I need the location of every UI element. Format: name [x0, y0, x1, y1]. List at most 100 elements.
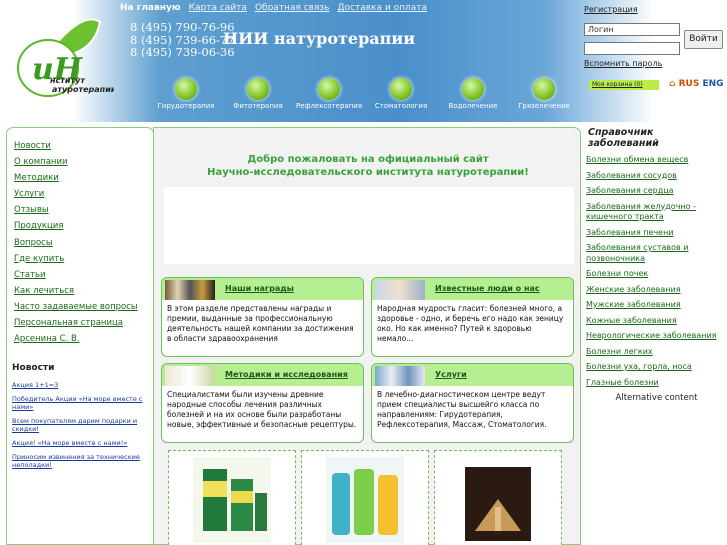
- menu-reviews[interactable]: Отзывы: [14, 202, 153, 218]
- menu-news[interactable]: Новости: [14, 138, 153, 154]
- news-item[interactable]: Приносим извинения за технические непола…: [12, 453, 150, 469]
- svg-text:нститут: нститут: [50, 76, 86, 85]
- card-awards: Наши награды В этом разделе представлены…: [161, 277, 364, 357]
- card-services: Услуги В лечебно-диагностическом центре …: [371, 363, 574, 443]
- header: иН нститут атуротерапии На главную Карта…: [0, 0, 727, 122]
- main-content: Добро пожаловать на официальный сайт Нау…: [153, 127, 581, 545]
- methods-image: [165, 366, 215, 386]
- category-hirudotherapy[interactable]: Гирудотерапия: [150, 78, 222, 110]
- card-title[interactable]: Наши награды: [225, 284, 294, 293]
- language-switch: ⌂ RUS ENG: [669, 79, 724, 89]
- category-dentistry[interactable]: Стоматология: [365, 78, 437, 110]
- svg-text:атуротерапии: атуротерапии: [52, 85, 114, 94]
- category-icons: Гирудотерапия Фитотерапия Рефлексотерапи…: [150, 78, 580, 114]
- news-item[interactable]: Всем покупателям дарим подарки и скидки!: [12, 417, 150, 433]
- left-sidebar: Новости О компании Методики Услуги Отзыв…: [6, 127, 154, 545]
- nav-sitemap[interactable]: Карта сайта: [189, 3, 247, 13]
- phone-1: 8 (495) 790-76-96: [130, 20, 235, 34]
- login-input[interactable]: [584, 23, 680, 36]
- card-title[interactable]: Услуги: [435, 370, 467, 379]
- card-methods: Методики и исследования Специалистами бы…: [161, 363, 364, 443]
- menu-how-to-treat[interactable]: Как лечиться: [14, 283, 153, 299]
- product-slot-2[interactable]: [301, 450, 429, 545]
- menu-articles[interactable]: Статьи: [14, 267, 153, 283]
- disease-link[interactable]: Заболевания желудочно - кишечного тракта: [586, 202, 727, 223]
- card-title[interactable]: Методики и исследования: [225, 370, 348, 379]
- institute-logo[interactable]: иН нститут атуротерапии: [14, 16, 117, 100]
- menu-faq[interactable]: Часто задаваемые вопросы: [14, 299, 153, 315]
- mud-icon: [533, 78, 555, 100]
- card-text: Народная мудрость гласит: болезней много…: [377, 304, 564, 343]
- institute-name: НИИ натуротерапии: [223, 29, 416, 48]
- nav-feedback[interactable]: Обратная связь: [255, 3, 330, 13]
- disease-link[interactable]: Болезни уха, горла, носа: [586, 362, 727, 373]
- water-icon: [462, 78, 484, 100]
- password-input[interactable]: [584, 42, 680, 55]
- disease-link[interactable]: Кожные заболевания: [586, 316, 727, 327]
- card-text: В этом разделе представлены награды и пр…: [167, 304, 354, 343]
- menu-methods[interactable]: Методики: [14, 170, 153, 186]
- menu-personal-page[interactable]: Персональная страница Арсенина С. В.: [14, 315, 153, 347]
- category-mudtherapy[interactable]: Грязелечение: [508, 78, 580, 110]
- disease-link[interactable]: Болезни обмена вещесв: [586, 155, 727, 166]
- login-form: Регистрация Войти Вспомнить пароль: [584, 5, 727, 68]
- product-slot-1[interactable]: [168, 450, 296, 545]
- disease-link[interactable]: Заболевания суставов и позвоночника: [586, 243, 727, 264]
- left-menu: Новости О компании Методики Услуги Отзыв…: [14, 138, 153, 347]
- phones: 8 (495) 790-76-96 8 (495) 739-66-77 8 (4…: [130, 21, 235, 59]
- menu-products[interactable]: Продукция: [14, 218, 153, 234]
- login-button[interactable]: Войти: [684, 30, 723, 49]
- herb-icon: [247, 78, 269, 100]
- welcome-heading: Добро пожаловать на официальный сайт Нау…: [207, 154, 529, 178]
- register-link[interactable]: Регистрация: [584, 5, 727, 14]
- news-item[interactable]: Акция! «На море вместе с нами!»: [12, 439, 150, 447]
- news-heading: Новости: [12, 363, 55, 373]
- disease-link[interactable]: Болезни легких: [586, 347, 727, 358]
- news-list: Акция 1+1=3 Победитель Акции «На море вм…: [12, 381, 150, 475]
- category-reflexotherapy[interactable]: Рефлексотерапия: [293, 78, 365, 110]
- menu-questions[interactable]: Вопросы: [14, 235, 153, 251]
- lang-en[interactable]: ENG: [702, 79, 723, 89]
- card-famous-people: Известные люди о нас Народная мудрость г…: [371, 277, 574, 357]
- news-item[interactable]: Акция 1+1=3: [12, 381, 150, 389]
- menu-where-to-buy[interactable]: Где купить: [14, 251, 153, 267]
- disease-link[interactable]: Женские заболевания: [586, 285, 727, 296]
- alternative-content: Alternative content: [615, 393, 698, 403]
- nav-delivery[interactable]: Доставка и оплата: [338, 3, 428, 13]
- tooth-icon: [390, 78, 412, 100]
- top-nav: На главную Карта сайта Обратная связь До…: [120, 3, 427, 13]
- phone-3: 8 (495) 739-06-36: [130, 45, 235, 59]
- doctors-image: [375, 366, 425, 386]
- person-image: [375, 280, 425, 300]
- disease-link[interactable]: Глазные болезни: [586, 378, 727, 389]
- product-image-3: [459, 457, 537, 543]
- disease-link[interactable]: Заболевания сердца: [586, 186, 727, 197]
- category-hydrotherapy[interactable]: Водолечение: [437, 78, 509, 110]
- disease-link[interactable]: Заболевания сосудов: [586, 171, 727, 182]
- product-image-1: [193, 457, 271, 543]
- product-image-2: [326, 457, 404, 543]
- directory-heading: Справочник заболеваний: [588, 127, 659, 149]
- disease-link[interactable]: Неврологические заболевания: [586, 331, 727, 342]
- awards-image: [165, 280, 215, 300]
- cart-link[interactable]: Моя корзина (0): [589, 80, 659, 90]
- disease-link[interactable]: Заболевания печени: [586, 228, 727, 239]
- leech-icon: [175, 78, 197, 100]
- disease-link[interactable]: Мужские заболевания: [586, 300, 727, 311]
- category-phytotherapy[interactable]: Фитотерапия: [222, 78, 294, 110]
- needle-icon: [318, 78, 340, 100]
- disease-link[interactable]: Болезни почек: [586, 269, 727, 280]
- disease-directory: Справочник заболеваний Болезни обмена ве…: [586, 127, 727, 545]
- card-text: Специалистами были изучены древние народ…: [167, 390, 357, 429]
- card-text: В лечебно-диагностическом центре ведут п…: [377, 390, 547, 429]
- flash-placeholder: [164, 187, 574, 264]
- menu-services[interactable]: Услуги: [14, 186, 153, 202]
- nav-home[interactable]: На главную: [120, 3, 181, 13]
- menu-about[interactable]: О компании: [14, 154, 153, 170]
- product-slot-3[interactable]: [434, 450, 562, 545]
- lang-ru[interactable]: RUS: [679, 79, 700, 89]
- home-icon[interactable]: ⌂: [669, 79, 675, 89]
- card-title[interactable]: Известные люди о нас: [435, 284, 540, 293]
- forgot-password-link[interactable]: Вспомнить пароль: [584, 59, 662, 68]
- news-item[interactable]: Победитель Акции «На море вместе с нами»: [12, 395, 150, 411]
